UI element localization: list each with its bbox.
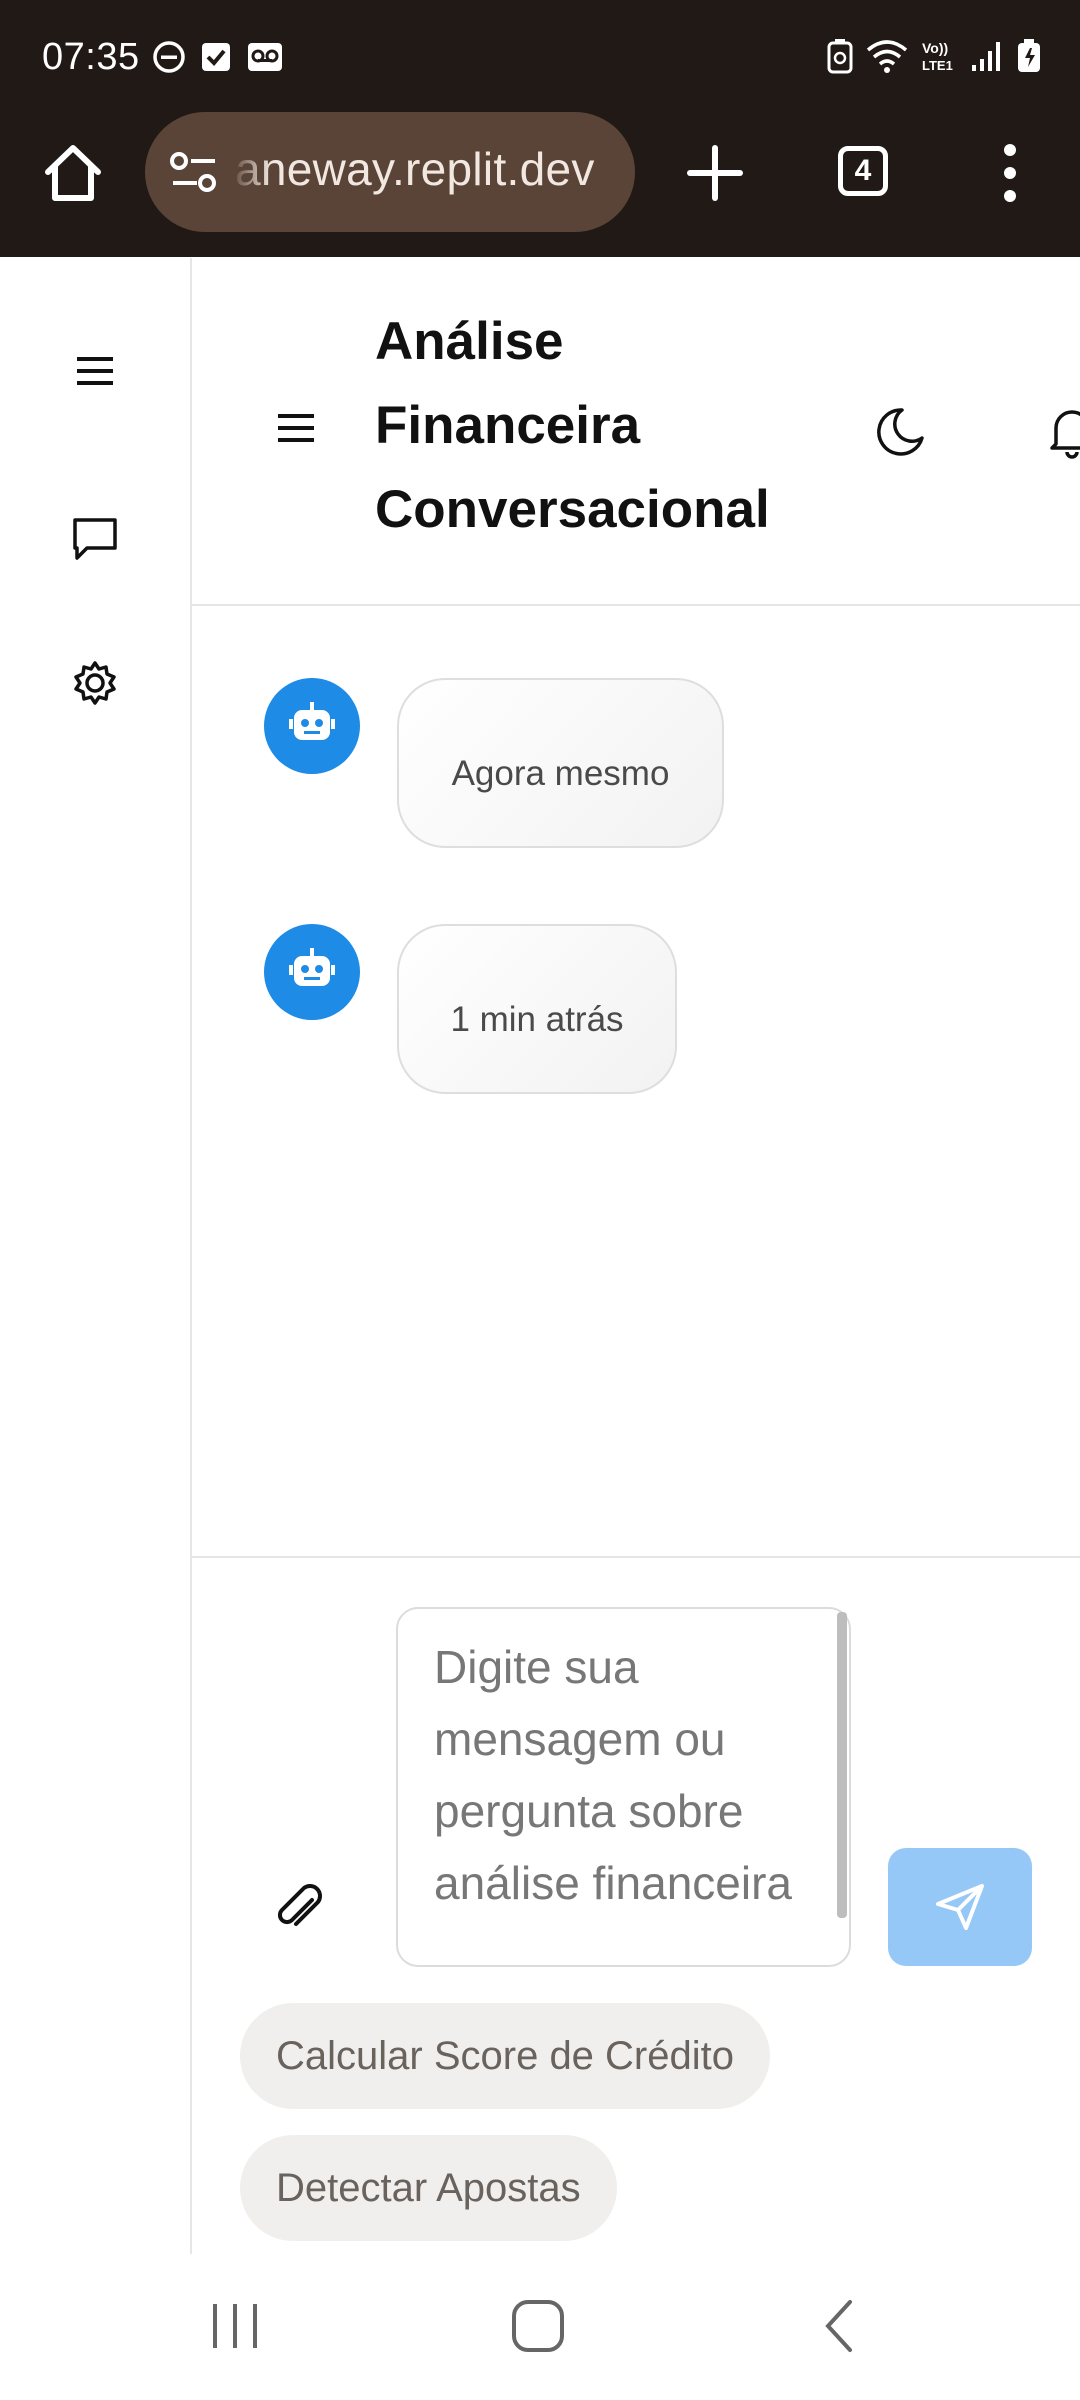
site-settings-icon[interactable] bbox=[169, 149, 219, 195]
url-bar[interactable]: aneway.replit.dev bbox=[145, 112, 635, 232]
system-navigation-bar bbox=[0, 2254, 1080, 2400]
input-scrollbar[interactable] bbox=[837, 1612, 847, 1918]
page-title: Análise Financeira Conversacional bbox=[375, 312, 770, 539]
send-paper-plane-icon bbox=[936, 1883, 984, 1930]
browser-toolbar: aneway.replit.dev 4 bbox=[0, 112, 1080, 257]
message-bubble: 1 min atrás bbox=[397, 924, 677, 1094]
new-tab-icon[interactable] bbox=[680, 138, 750, 208]
chat-messages: Agora mesmo 1 min atrás bbox=[192, 606, 1080, 1556]
dark-mode-moon-icon[interactable] bbox=[872, 404, 928, 460]
side-rail bbox=[0, 258, 192, 2254]
status-time: 07:35 bbox=[42, 36, 140, 78]
url-text: aneway.replit.dev bbox=[235, 143, 595, 195]
send-button[interactable] bbox=[888, 1848, 1032, 1966]
message-time: Agora mesmo bbox=[451, 754, 670, 793]
robot-icon bbox=[289, 702, 335, 740]
hamburger-menu-icon[interactable] bbox=[65, 341, 125, 401]
wifi-icon bbox=[866, 40, 908, 73]
message-input[interactable] bbox=[396, 1607, 851, 1967]
svg-text:Vo)): Vo)) bbox=[922, 40, 948, 56]
recent-apps-icon[interactable] bbox=[205, 2296, 265, 2356]
checkbox-icon bbox=[202, 43, 230, 71]
status-bar: 07:35 Vo)) LTE1 bbox=[0, 0, 1080, 112]
chat-icon[interactable] bbox=[65, 508, 125, 568]
home-nav-icon[interactable] bbox=[508, 2296, 568, 2356]
bot-avatar bbox=[264, 924, 360, 1020]
svg-text:LTE1: LTE1 bbox=[922, 58, 953, 73]
header-menu-icon[interactable] bbox=[274, 406, 318, 450]
message-time: 1 min atrás bbox=[450, 1000, 624, 1039]
tab-switcher-button[interactable]: 4 bbox=[838, 146, 888, 196]
page-header: Análise Financeira Conversacional bbox=[192, 258, 1080, 606]
notifications-bell-icon[interactable] bbox=[1042, 402, 1080, 462]
battery-icon bbox=[1018, 39, 1040, 72]
voicemail-icon bbox=[248, 43, 282, 71]
url-fade bbox=[231, 112, 271, 232]
quick-action-detectar-apostas[interactable]: Detectar Apostas bbox=[240, 2135, 617, 2241]
bot-avatar bbox=[264, 678, 360, 774]
message-bubble: Agora mesmo bbox=[397, 678, 724, 848]
quick-action-calcular-score[interactable]: Calcular Score de Crédito bbox=[240, 2003, 770, 2109]
settings-gear-icon[interactable] bbox=[65, 653, 125, 713]
volte-icon: Vo)) LTE1 bbox=[922, 40, 953, 73]
robot-icon bbox=[289, 948, 335, 986]
attachment-paperclip-icon[interactable] bbox=[272, 1880, 328, 1936]
back-nav-icon[interactable] bbox=[810, 2296, 870, 2356]
battery-saver-icon bbox=[827, 39, 853, 74]
composer-divider bbox=[192, 1556, 1080, 1558]
signal-icon bbox=[972, 42, 1000, 71]
home-icon[interactable] bbox=[38, 138, 108, 208]
more-options-icon[interactable] bbox=[985, 138, 1035, 208]
do-not-disturb-icon bbox=[153, 41, 185, 73]
